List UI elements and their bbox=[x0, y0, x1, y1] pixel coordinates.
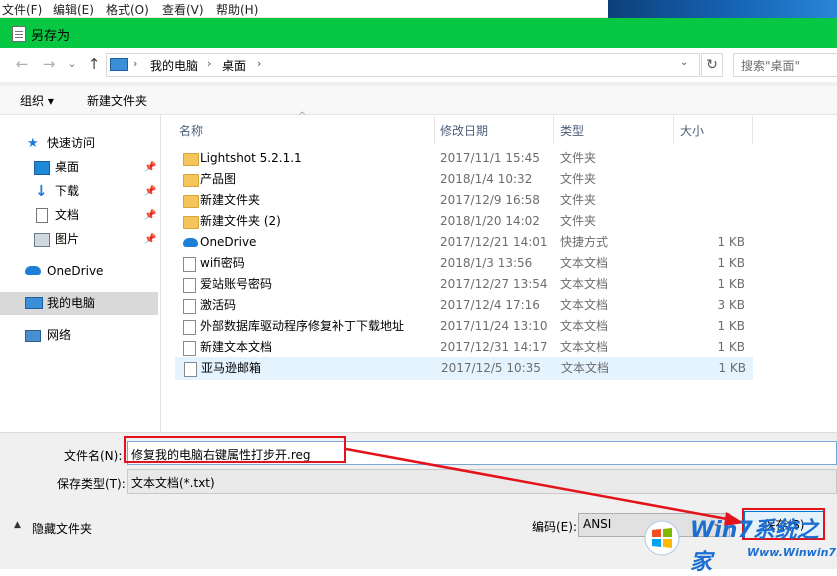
watermark-url: Www.Winwin7.com bbox=[747, 546, 837, 559]
annotation-arrow bbox=[345, 447, 744, 526]
watermark-title: Win7系统之家 bbox=[690, 518, 819, 575]
arrow-line bbox=[345, 447, 739, 523]
windows-logo-icon bbox=[644, 520, 680, 556]
